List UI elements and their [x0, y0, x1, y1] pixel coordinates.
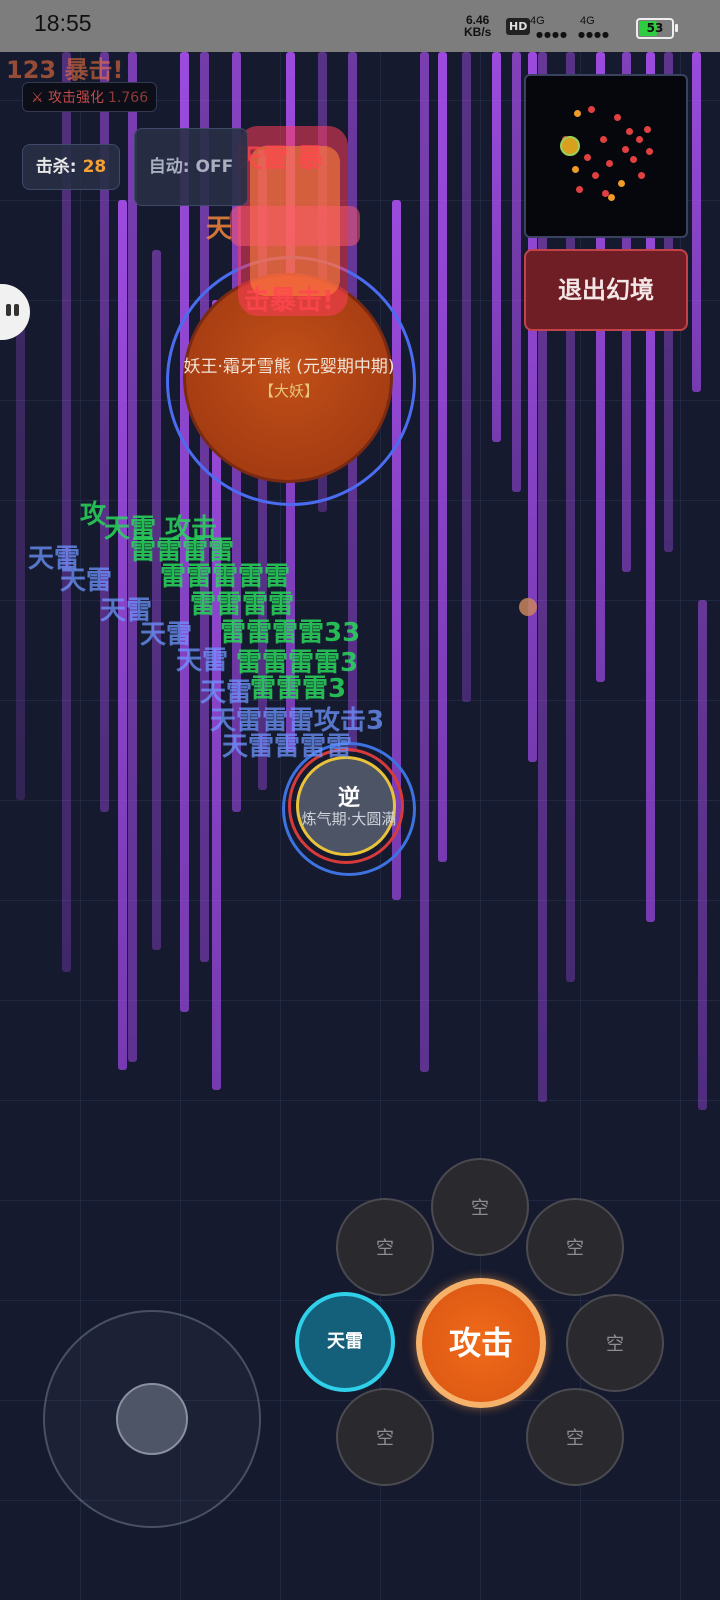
skill-slot-upper-left[interactable]: 空 — [336, 1198, 434, 1296]
exit-illusion-button[interactable]: 退出幻境 — [524, 249, 688, 331]
virtual-joystick[interactable] — [43, 1310, 261, 1528]
game-viewport[interactable]: 123 暴击! 妖王·霜牙雪熊 (元婴期中期) 【大妖】 天雷 天雷 攻 天雷 … — [0, 0, 720, 1600]
loot-orb[interactable] — [519, 598, 537, 616]
player-marker-icon — [560, 136, 580, 156]
boss-rank-tag: 【大妖】 — [258, 382, 319, 400]
skill-slot-lower-right[interactable]: 空 — [526, 1388, 624, 1486]
hd-voice-icon: HD — [506, 18, 531, 35]
skill-slot-upper-right[interactable]: 空 — [526, 1198, 624, 1296]
minimap[interactable] — [524, 74, 688, 238]
sim2-signal-icon: ●●●● — [578, 30, 610, 39]
player-realm: 炼气期·大圆满 — [301, 810, 397, 828]
skill-slot-right[interactable]: 空 — [566, 1294, 664, 1392]
sim2-label: 4G — [580, 15, 595, 27]
attack-button[interactable]: 攻击 — [416, 1278, 546, 1408]
boss-name: 妖王·霜牙雪熊 (元婴期中期) — [183, 357, 395, 377]
attack-buff-badge: ⚔ 攻击强化 1.766 — [22, 82, 158, 112]
skill-slot-top[interactable]: 空 — [431, 1158, 529, 1256]
faded-damage-text: 123 暴击! — [6, 56, 124, 84]
network-speed-unit: KB/s — [464, 25, 492, 39]
skill-slot-lower-left[interactable]: 空 — [336, 1388, 434, 1486]
sim1-label: 4G — [530, 15, 545, 27]
buff-label: ⚔ 攻击强化 — [31, 90, 105, 106]
battery-icon: 53 — [636, 18, 678, 39]
kill-counter: 击杀: 28 — [22, 144, 120, 190]
buff-value: 1.766 — [108, 90, 149, 106]
battery-level: 53 — [646, 21, 664, 35]
status-bar: 18:55 6.46 KB/s HD 4G ●●●● 4G ●●●● 53 — [0, 0, 720, 52]
robot-face-icon[interactable] — [0, 284, 30, 340]
auto-toggle-button[interactable]: 自动: OFF — [134, 128, 248, 206]
network-speed: 6.46 KB/s — [464, 14, 491, 38]
kill-label: 击杀: — [35, 157, 77, 177]
sim1-signal-icon: ●●●● — [536, 30, 568, 39]
joystick-knob[interactable] — [116, 1383, 188, 1455]
skill-button-thunder[interactable]: 天雷 — [295, 1292, 395, 1392]
status-time: 18:55 — [34, 10, 92, 36]
kill-count: 28 — [82, 157, 107, 177]
